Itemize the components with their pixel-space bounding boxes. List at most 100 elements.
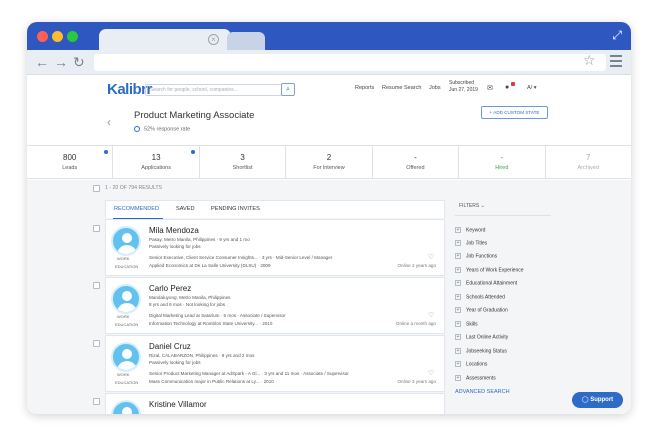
- select-all-checkbox[interactable]: [93, 185, 100, 192]
- stage-shortlist[interactable]: 3 Shortlist: [200, 146, 287, 178]
- support-label: Support: [590, 397, 614, 403]
- stage-leads[interactable]: 800 Leads: [27, 146, 114, 178]
- candidate-name[interactable]: Kristine Villamor: [149, 400, 207, 409]
- candidate-education: Applied Economics at De La Salle Univers…: [149, 263, 271, 268]
- filter-label: Year of Graduation: [466, 307, 508, 314]
- filter-jobseeking-status[interactable]: + Jobseeking Status: [455, 348, 507, 354]
- new-tab[interactable]: [227, 32, 265, 50]
- forward-arrow-icon[interactable]: →: [54, 54, 68, 70]
- filter-skills[interactable]: + Skills: [455, 321, 478, 327]
- stage-label: Shortlist: [232, 165, 253, 171]
- maximize-window-button[interactable]: [67, 31, 78, 42]
- candidate-card[interactable]: Kristine Villamor: [105, 393, 445, 414]
- filter-schools-attended[interactable]: + Schools Attended: [455, 294, 505, 300]
- stage-archived[interactable]: 7 Archived: [546, 146, 631, 178]
- url-bar[interactable]: [94, 54, 606, 71]
- candidate-tabs: RECOMMENDED SAVED PENDING INVITES: [105, 200, 445, 219]
- search-input[interactable]: Search for people, school, companies...: [145, 84, 282, 96]
- filters-toggle[interactable]: FILTERS ⌄: [459, 203, 545, 209]
- candidate-location: Rizal, CALABARZON, Philippines · 9 yrs a…: [149, 353, 255, 358]
- plus-icon: +: [455, 334, 461, 340]
- expand-icon[interactable]: ⤢: [612, 28, 622, 43]
- candidate-checkbox[interactable]: [93, 398, 100, 405]
- filters-panel: FILTERS ⌄: [455, 201, 551, 216]
- filter-last-online-activity[interactable]: + Last Online Activity: [455, 334, 508, 340]
- work-label: WORK: [117, 314, 130, 319]
- back-icon[interactable]: ‹: [107, 115, 111, 129]
- advanced-search-link[interactable]: ADVANCED SEARCH: [455, 389, 510, 395]
- plus-icon: +: [455, 348, 461, 354]
- plus-icon: +: [455, 307, 461, 313]
- avatar: [111, 284, 141, 314]
- add-custom-state-button[interactable]: + ADD CUSTOM STATE: [481, 106, 548, 119]
- filter-keyword[interactable]: + Keyword: [455, 227, 485, 233]
- filter-educational-attainment[interactable]: + Educational Attainment: [455, 280, 517, 286]
- filter-years-experience[interactable]: + Years of Work Experience: [455, 267, 524, 273]
- stage-count: 3: [240, 153, 245, 162]
- stage-applications[interactable]: 13 Applications: [113, 146, 200, 178]
- candidate-checkbox[interactable]: [93, 340, 100, 347]
- support-button[interactable]: ◯ Support: [572, 392, 623, 408]
- back-arrow-icon[interactable]: ←: [35, 54, 49, 70]
- close-window-button[interactable]: [37, 31, 48, 42]
- tab-saved[interactable]: SAVED: [176, 206, 195, 212]
- app-content: Kalibrr Search for people, school, compa…: [27, 75, 631, 414]
- candidate-card[interactable]: Mila Mendoza Pasay, Metro Manila, Philip…: [105, 219, 445, 276]
- browser-menu-icon[interactable]: [610, 55, 622, 70]
- tab-pending-invites[interactable]: PENDING INVITES: [211, 206, 260, 212]
- candidate-card[interactable]: Carlo Perez Mandaluyong, Metro Manila, P…: [105, 277, 445, 334]
- notification-bell-icon[interactable]: ●: [505, 84, 509, 91]
- education-label: EDUCATION: [115, 264, 139, 269]
- filter-label: Assessments: [466, 375, 496, 382]
- save-heart-icon[interactable]: ♡: [428, 369, 434, 377]
- candidate-card[interactable]: Daniel Cruz Rizal, CALABARZON, Philippin…: [105, 335, 445, 392]
- avatar: [111, 342, 141, 372]
- stage-hired[interactable]: - Hired: [459, 146, 546, 178]
- stage-label: Archived: [577, 165, 599, 171]
- resume-search-link[interactable]: Resume Search: [382, 85, 421, 91]
- stage-offered[interactable]: - Offered: [373, 146, 460, 178]
- candidate-education: Mass Communication major in Public Relat…: [149, 379, 274, 384]
- filter-locations[interactable]: + Locations: [455, 361, 487, 367]
- candidate-education: Information Technology at Romblon State …: [149, 321, 273, 326]
- filter-job-functions[interactable]: + Job Functions: [455, 253, 497, 259]
- chevron-down-icon: ⌄: [480, 203, 485, 209]
- user-menu[interactable]: A/ ▾: [527, 85, 537, 91]
- filter-assessments[interactable]: + Assessments: [455, 375, 496, 381]
- filter-label: Keyword: [466, 227, 486, 234]
- notification-badge: [511, 82, 515, 86]
- save-heart-icon[interactable]: ♡: [428, 311, 434, 319]
- filter-label: Years of Work Experience: [466, 267, 524, 274]
- candidate-checkbox[interactable]: [93, 282, 100, 289]
- tab-close-icon[interactable]: ×: [208, 34, 219, 45]
- filter-job-titles[interactable]: + Job Titles: [455, 240, 487, 246]
- search-button[interactable]: ⌕: [281, 83, 295, 96]
- stage-label: For interview: [313, 165, 345, 171]
- tab-recommended[interactable]: RECOMMENDED: [114, 206, 159, 212]
- filters-heading: FILTERS: [459, 203, 480, 209]
- candidate-checkbox[interactable]: [93, 225, 100, 232]
- reload-icon[interactable]: ↻: [73, 54, 85, 71]
- mail-icon[interactable]: ✉: [487, 84, 493, 92]
- jobs-link[interactable]: Jobs: [429, 85, 441, 91]
- stage-count: 2: [326, 153, 332, 162]
- filter-label: Last Online Activity: [466, 334, 509, 341]
- job-title: Product Marketing Associate: [134, 110, 255, 121]
- save-heart-icon[interactable]: ♡: [428, 253, 434, 261]
- response-rate-text: 52% response rate: [144, 126, 191, 133]
- plus-icon: +: [455, 267, 461, 273]
- filter-year-of-graduation[interactable]: + Year of Graduation: [455, 307, 508, 313]
- browser-window: × ⤢ ← → ↻ ☆ Kalibrr Search for people, s…: [27, 22, 631, 414]
- work-label: WORK: [117, 256, 130, 261]
- plus-icon: +: [455, 294, 461, 300]
- candidate-name[interactable]: Daniel Cruz: [149, 342, 191, 351]
- candidate-name[interactable]: Carlo Perez: [149, 284, 191, 293]
- bookmark-star-icon[interactable]: ☆: [583, 52, 596, 69]
- subscribed-label: Subscribed: [449, 80, 475, 86]
- plus-icon: +: [455, 375, 461, 381]
- candidate-name[interactable]: Mila Mendoza: [149, 226, 199, 235]
- minimize-window-button[interactable]: [52, 31, 63, 42]
- stage-for-interview[interactable]: 2 For interview: [286, 146, 373, 178]
- reports-link[interactable]: Reports: [355, 85, 374, 91]
- work-label: WORK: [117, 372, 130, 377]
